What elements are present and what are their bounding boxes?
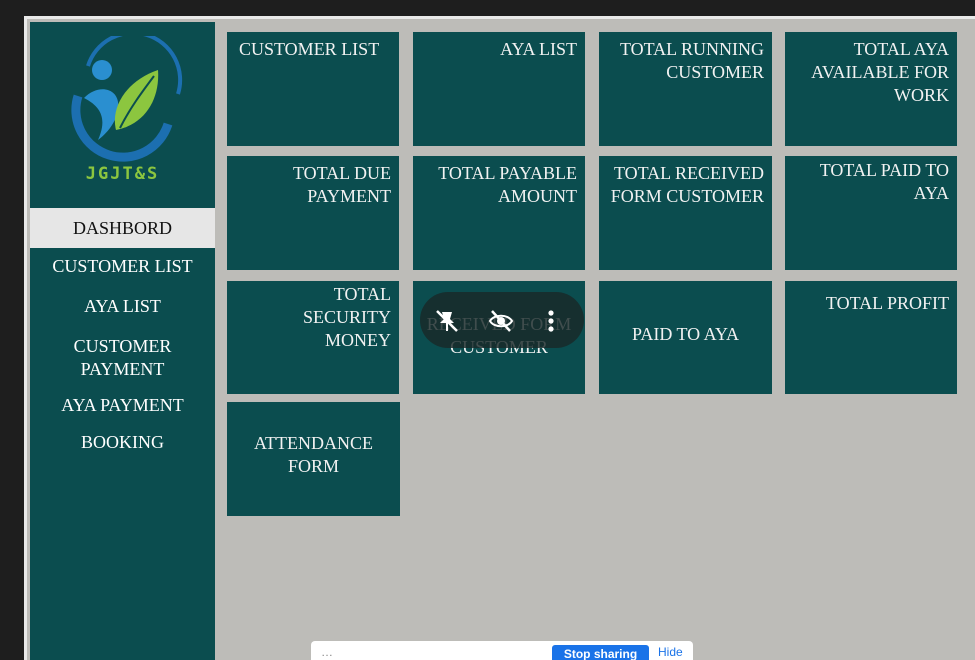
tile-total-due-payment[interactable]: TOTAL DUE PAYMENT	[227, 156, 399, 270]
sidebar-item-booking[interactable]: BOOKING	[30, 431, 215, 454]
tile-total-received-form-customer[interactable]: TOTAL RECEIVED FORM CUSTOMER	[599, 156, 772, 270]
tile-total-running-customer[interactable]: TOTAL RUNNING CUSTOMER	[599, 32, 772, 146]
visibility-off-icon[interactable]	[488, 308, 514, 334]
sidebar-item-aya-payment[interactable]: AYA PAYMENT	[30, 394, 215, 417]
tile-aya-list[interactable]: AYA LIST	[413, 32, 585, 146]
tile-customer-list[interactable]: CUSTOMER LIST	[227, 32, 399, 146]
screen-share-message: …	[321, 645, 333, 659]
sidebar-item-customer-list[interactable]: CUSTOMER LIST	[30, 255, 215, 278]
tile-paid-to-aya[interactable]: PAID TO AYA	[599, 281, 772, 394]
media-overlay-controls	[420, 292, 584, 348]
sidebar-item-dashboard[interactable]: DASHBORD	[30, 208, 215, 248]
sidebar-nav: DASHBORD CUSTOMER LIST AYA LIST CUSTOMER…	[30, 208, 215, 454]
sidebar: JGJT&S DASHBORD CUSTOMER LIST AYA LIST C…	[30, 22, 215, 660]
tile-total-paid-to-aya[interactable]: TOTAL PAID TO AYA	[785, 156, 957, 270]
tile-total-profit[interactable]: TOTAL PROFIT	[785, 281, 957, 394]
unpin-icon[interactable]	[434, 308, 460, 334]
hide-link[interactable]: Hide	[658, 645, 683, 659]
brand-name: JGJT&S	[85, 164, 160, 184]
stop-sharing-button[interactable]: Stop sharing	[552, 645, 649, 660]
more-vert-icon[interactable]	[544, 308, 558, 334]
tile-total-payable-amount[interactable]: TOTAL PAYABLE AMOUNT	[413, 156, 585, 270]
tile-total-security-money[interactable]: TOTAL SECURITY MONEY	[227, 281, 399, 394]
tile-total-aya-available[interactable]: TOTAL AYA AVAILABLE FOR WORK	[785, 32, 957, 146]
sidebar-item-aya-list[interactable]: AYA LIST	[30, 295, 215, 318]
screen-share-bar: … Stop sharing Hide	[311, 641, 693, 660]
sidebar-item-customer-payment[interactable]: CUSTOMER PAYMENT	[30, 335, 215, 381]
tile-attendance-form[interactable]: ATTENDANCE FORM	[227, 402, 400, 516]
